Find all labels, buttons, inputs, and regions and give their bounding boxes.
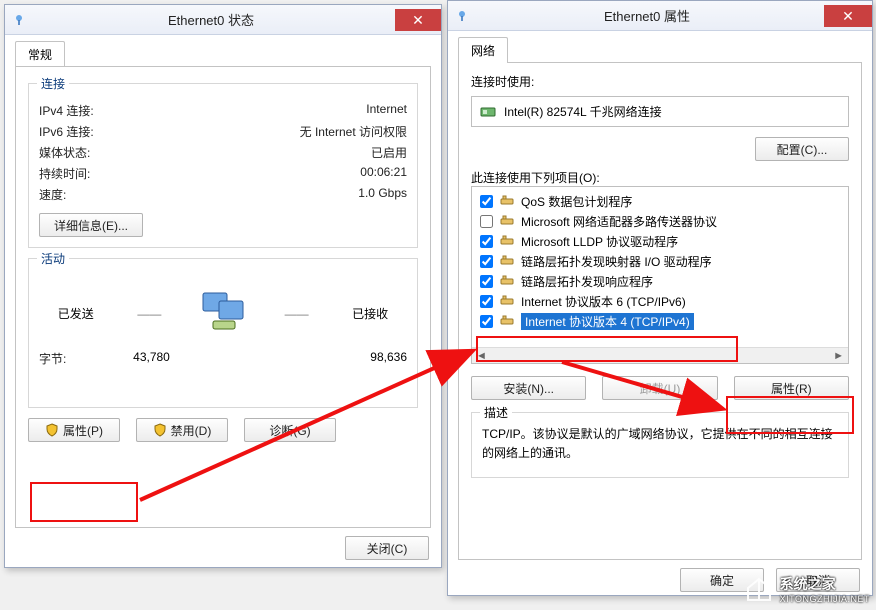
item-checkbox[interactable] [480, 215, 493, 228]
description-legend: 描述 [480, 404, 512, 421]
media-value: 已启用 [371, 144, 407, 161]
disable-button[interactable]: 禁用(D) [136, 418, 228, 442]
tab-general[interactable]: 常规 [15, 41, 65, 67]
recv-label: 已接收 [352, 307, 388, 321]
speed-label: 速度: [39, 186, 66, 203]
protocol-icon [499, 213, 515, 229]
watermark-logo-icon [744, 574, 774, 604]
adapter-name: Intel(R) 82574L 千兆网络连接 [504, 103, 662, 120]
item-checkbox[interactable] [480, 235, 493, 248]
close-icon[interactable]: ✕ [824, 5, 872, 27]
properties-window: Ethernet0 属性 ✕ 网络 连接时使用: Intel(R) 82574L… [447, 0, 873, 596]
ipv4-value: Internet [366, 102, 407, 119]
sent-label: 已发送 [58, 307, 94, 321]
status-tab-body: 连接 IPv4 连接: Internet IPv6 连接: 无 Internet 访… [15, 66, 431, 528]
divider: —— [113, 307, 187, 321]
item-checkbox[interactable] [480, 295, 493, 308]
list-item[interactable]: Microsoft LLDP 协议驱动程序 [472, 231, 848, 251]
uninstall-button[interactable]: 卸载(U) [602, 376, 717, 400]
protocol-icon [499, 253, 515, 269]
item-label: QoS 数据包计划程序 [521, 193, 632, 210]
item-label: Internet 协议版本 4 (TCP/IPv4) [521, 313, 694, 330]
media-label: 媒体状态: [39, 144, 90, 161]
protocol-icon [499, 233, 515, 249]
watermark: 系统之家 XITONGZHIJIA.NET [744, 574, 870, 604]
description-group: 描述 TCP/IP。该协议是默认的广域网络协议，它提供在不同的相互连接的网络上的… [471, 412, 849, 478]
item-label: 链路层拓扑发现映射器 I/O 驱动程序 [521, 253, 712, 270]
list-item[interactable]: 链路层拓扑发现响应程序 [472, 271, 848, 291]
status-window: Ethernet0 状态 ✕ 常规 连接 IPv4 连接: Internet IP… [4, 4, 442, 568]
close-icon[interactable]: ✕ [395, 9, 441, 31]
item-label: Microsoft 网络适配器多路传送器协议 [521, 213, 717, 230]
divider: —— [260, 307, 334, 321]
connect-using-label: 连接时使用: [471, 73, 849, 90]
app-icon [454, 8, 470, 24]
app-icon [11, 12, 27, 28]
items-list[interactable]: QoS 数据包计划程序 Microsoft 网络适配器多路传送器协议 Microso… [471, 186, 849, 364]
protocol-icon [499, 273, 515, 289]
diagnose-button[interactable]: 诊断(G) [244, 418, 336, 442]
protocol-icon [499, 293, 515, 309]
duration-label: 持续时间: [39, 165, 90, 182]
network-monitor-icon [195, 291, 251, 333]
item-label: Microsoft LLDP 协议驱动程序 [521, 233, 678, 250]
connection-legend: 连接 [37, 75, 69, 92]
bytes-recv: 98,636 [237, 350, 407, 367]
props-tab-body: 连接时使用: Intel(R) 82574L 千兆网络连接 配置(C)... 此… [458, 62, 862, 560]
watermark-sub: XITONGZHIJIA.NET [780, 594, 870, 604]
details-button[interactable]: 详细信息(E)... [39, 213, 143, 237]
item-properties-button[interactable]: 属性(R) [734, 376, 849, 400]
list-item[interactable]: Internet 协议版本 4 (TCP/IPv4) [472, 311, 848, 331]
status-title: Ethernet0 状态 [27, 10, 395, 29]
item-checkbox[interactable] [480, 195, 493, 208]
list-item[interactable]: QoS 数据包计划程序 [472, 191, 848, 211]
bytes-label: 字节: [39, 350, 66, 367]
props-title-bar: Ethernet0 属性 ✕ [448, 1, 872, 31]
status-title-bar: Ethernet0 状态 ✕ [5, 5, 441, 35]
tab-network[interactable]: 网络 [458, 37, 508, 63]
duration-value: 00:06:21 [360, 165, 407, 182]
scroll-right-icon[interactable]: ► [829, 350, 848, 362]
properties-button[interactable]: 属性(P) [28, 418, 120, 442]
configure-button[interactable]: 配置(C)... [755, 137, 849, 161]
adapter-box: Intel(R) 82574L 千兆网络连接 [471, 96, 849, 127]
item-checkbox[interactable] [480, 255, 493, 268]
list-item[interactable]: Internet 协议版本 6 (TCP/IPv6) [472, 291, 848, 311]
props-title: Ethernet0 属性 [470, 6, 824, 25]
activity-group: 活动 已发送 —— —— 已接收 字节: 43,780 98,636 [28, 258, 418, 408]
shield-icon [153, 423, 167, 437]
nic-icon [480, 104, 496, 120]
bytes-sent: 43,780 [66, 350, 236, 367]
list-item[interactable]: Microsoft 网络适配器多路传送器协议 [472, 211, 848, 231]
status-tab-strip: 常规 [5, 35, 441, 66]
item-label: 链路层拓扑发现响应程序 [521, 273, 653, 290]
description-text: TCP/IP。该协议是默认的广域网络协议，它提供在不同的相互连接的网络上的通讯。 [482, 425, 838, 463]
close-button[interactable]: 关闭(C) [345, 536, 429, 560]
props-tab-strip: 网络 [448, 31, 872, 62]
item-checkbox[interactable] [480, 275, 493, 288]
horizontal-scrollbar[interactable]: ◄► [472, 347, 848, 363]
ipv6-value: 无 Internet 访问权限 [300, 123, 407, 140]
list-item[interactable]: 链路层拓扑发现映射器 I/O 驱动程序 [472, 251, 848, 271]
speed-value: 1.0 Gbps [358, 186, 407, 203]
scroll-left-icon[interactable]: ◄ [472, 350, 491, 362]
ipv4-label: IPv4 连接: [39, 102, 94, 119]
items-label: 此连接使用下列项目(O): [471, 169, 849, 186]
install-button[interactable]: 安装(N)... [471, 376, 586, 400]
item-checkbox[interactable] [480, 315, 493, 328]
watermark-site: 系统之家 [780, 574, 870, 594]
item-label: Internet 协议版本 6 (TCP/IPv6) [521, 293, 686, 310]
protocol-icon [499, 193, 515, 209]
connection-group: 连接 IPv4 连接:Internet IPv6 连接:无 Internet 访… [28, 83, 418, 248]
ipv6-label: IPv6 连接: [39, 123, 94, 140]
shield-icon [45, 423, 59, 437]
protocol-icon [499, 313, 515, 329]
status-bottom-buttons: 属性(P) 禁用(D) 诊断(G) [28, 418, 418, 442]
activity-legend: 活动 [37, 250, 69, 267]
